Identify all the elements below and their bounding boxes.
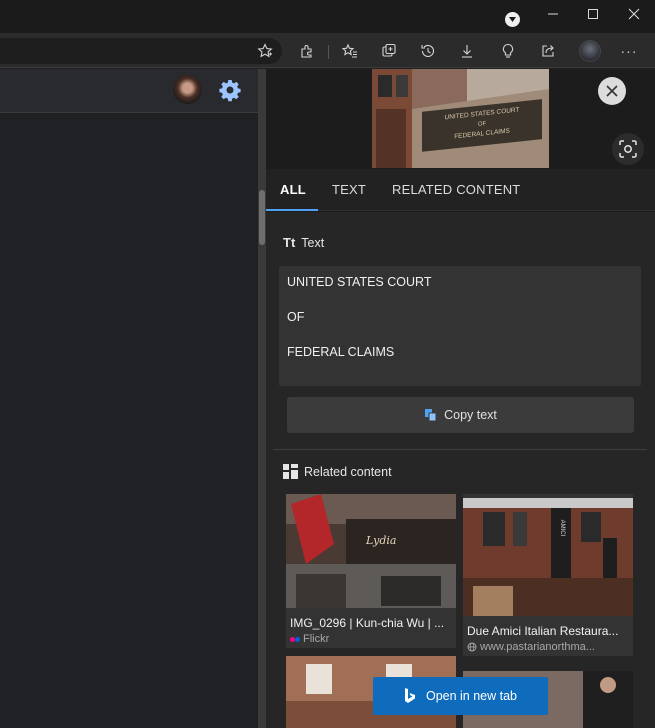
related-card[interactable]: AMICI Due Amici Italian Restaura... www.… [463,494,633,656]
close-icon [606,85,618,97]
related-card-caption: IMG_0296 | Kun-chia Wu | ... [290,616,445,630]
extracted-text-line: UNITED STATES COURT [287,275,432,289]
user-avatar[interactable] [173,75,202,104]
sign-line-2: OF [478,121,487,128]
title-bar [0,0,655,33]
panel-tabs: ALL TEXT RELATED CONTENT [266,169,655,211]
flickr-icon [290,636,300,642]
page-scrollbar-track[interactable] [258,69,266,728]
text-section-label: Text [301,235,325,250]
related-card-thumbnail: Lydia [286,494,456,608]
extracted-text-line: OF [287,310,305,324]
tab-text[interactable]: TEXT [332,169,366,211]
page-scrollbar-thumb[interactable] [259,190,265,245]
chevron-down-icon [509,17,516,22]
downloads-button[interactable] [456,40,478,62]
more-button[interactable]: ··· [618,40,640,62]
web-page-area [0,69,258,728]
minimize-icon [548,13,558,15]
globe-icon [467,642,477,652]
profile-avatar[interactable] [579,40,601,62]
collections-button[interactable] [378,40,400,62]
visual-search-panel: UNITED STATES COURT OF FEDERAL CLAIMS AL… [266,69,655,728]
history-button[interactable] [417,40,439,62]
court-sign-photo: UNITED STATES COURT OF FEDERAL CLAIMS [372,69,549,168]
favorites-button[interactable] [339,40,361,62]
extensions-button[interactable] [296,40,318,62]
more-icon: ··· [620,43,638,59]
visual-search-icon [619,140,637,158]
visual-search-button[interactable] [612,133,644,165]
tab-actions-dropdown[interactable] [505,12,520,27]
close-icon [628,8,640,20]
open-in-new-tab-label: Open in new tab [425,689,518,703]
lightbulb-icon [502,43,514,58]
copy-text-button[interactable]: Copy text [287,397,634,433]
svg-text:Lydia: Lydia [365,534,396,547]
text-section-title: Tt Text [283,235,324,250]
bing-icon [404,688,415,703]
related-card-source: Flickr [286,633,456,648]
favorites-icon [342,43,357,58]
close-window-button[interactable] [613,0,655,28]
image-preview: UNITED STATES COURT OF FEDERAL CLAIMS [372,69,549,168]
close-panel-button[interactable] [598,77,626,105]
tab-related-content[interactable]: RELATED CONTENT [392,169,520,211]
tab-all[interactable]: ALL [280,169,306,211]
maximize-button[interactable] [572,0,614,28]
favorite-star-button[interactable] [254,40,276,62]
related-card-caption: Due Amici Italian Restaura... [467,624,619,638]
extracted-text-box[interactable]: UNITED STATES COURT OF FEDERAL CLAIMS [279,266,641,386]
related-card-source: www.pastarianorthma... [463,641,633,656]
related-content-icon [283,464,298,479]
copy-icon [425,409,437,422]
downloads-icon [462,45,472,58]
related-card-source-label: www.pastarianorthma... [480,641,595,653]
extensions-icon [301,45,312,58]
related-card-source-label: Flickr [303,633,330,645]
browser-toolbar: ··· [0,33,655,68]
related-section-title: Related content [283,464,392,479]
maximize-icon [588,9,598,19]
related-section-label: Related content [304,464,392,479]
open-in-new-tab-button[interactable]: Open in new tab [373,677,548,715]
panel-content: Tt Text UNITED STATES COURT OF FEDERAL C… [266,212,655,728]
page-header [0,69,258,113]
active-tab-indicator [266,209,318,211]
section-divider [273,449,647,450]
gear-icon [219,80,241,102]
svg-text:AMICI: AMICI [559,520,565,537]
tips-button[interactable] [497,40,519,62]
text-format-icon: Tt [283,235,296,250]
settings-button[interactable] [218,78,242,102]
extracted-text-line: FEDERAL CLAIMS [287,345,395,359]
copy-text-label: Copy text [444,408,497,422]
toolbar-separator [328,45,329,59]
share-icon [542,45,554,57]
favorite-star-icon [257,43,273,58]
collections-icon [382,43,396,57]
share-button[interactable] [537,40,559,62]
address-bar[interactable] [0,38,282,64]
related-card-thumbnail: AMICI [463,498,633,620]
related-card[interactable]: Lydia IMG_0296 | Kun-chia Wu | ... Flick… [286,494,456,648]
minimize-button[interactable] [532,0,574,28]
history-icon [421,44,435,57]
